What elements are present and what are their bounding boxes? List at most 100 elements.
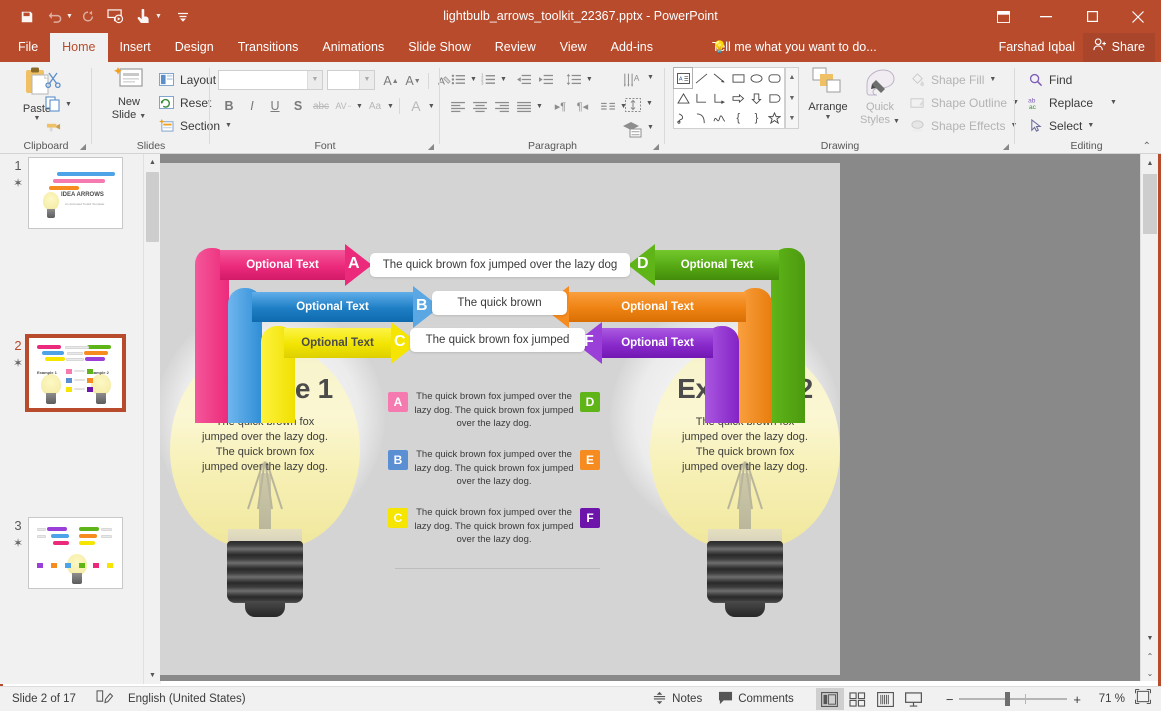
shape-right-arrow-icon[interactable] bbox=[729, 88, 747, 108]
collapse-ribbon-icon[interactable]: ⌃ bbox=[1143, 141, 1151, 152]
next-slide-icon[interactable]: ⌄ bbox=[1141, 665, 1159, 681]
zoom-in-button[interactable]: + bbox=[1067, 692, 1087, 707]
callout-box-2[interactable]: The quick brown bbox=[432, 291, 567, 315]
change-case-button[interactable]: Aa bbox=[364, 95, 386, 117]
comments-button[interactable]: Comments bbox=[710, 687, 802, 711]
thumbnail-scroll-up-icon[interactable]: ▲ bbox=[144, 154, 161, 171]
zoom-level[interactable]: 71 % bbox=[1087, 693, 1125, 705]
arrow-f-bar[interactable]: Optional Text bbox=[602, 328, 713, 358]
slide-scroll-down-icon[interactable]: ▼ bbox=[1141, 629, 1159, 647]
legend-row-a[interactable]: A The quick brown fox jumped over the la… bbox=[388, 390, 606, 431]
arrow-b-bar[interactable]: Optional Text bbox=[252, 292, 413, 322]
minimize-button[interactable] bbox=[1023, 0, 1069, 33]
callout-box-1[interactable]: The quick brown fox jumped over the lazy… bbox=[370, 253, 630, 277]
decrease-indent-button[interactable] bbox=[514, 69, 535, 90]
bold-button[interactable]: B bbox=[218, 95, 240, 117]
thumbnail-slide-1[interactable]: 1 ✶ IDEA ARROWS An Animated Toolkit Temp… bbox=[0, 154, 143, 244]
arrange-button[interactable]: Arrange ▼ bbox=[805, 66, 851, 122]
thumbnail-slide-2[interactable]: 2 ✶ Example 1 Example 2 bbox=[0, 334, 143, 424]
align-right-button[interactable] bbox=[492, 96, 513, 117]
justify-caret[interactable]: ▼ bbox=[536, 103, 543, 110]
replace-caret[interactable]: ▼ bbox=[1110, 99, 1117, 106]
select-button[interactable]: Select ▼ bbox=[1027, 114, 1117, 137]
thumbnail-scrollbar-thumb[interactable] bbox=[146, 172, 159, 242]
bullets-caret[interactable]: ▼ bbox=[470, 76, 477, 83]
callout-box-3[interactable]: The quick brown fox jumped bbox=[410, 328, 585, 352]
underline-button[interactable]: U bbox=[264, 95, 286, 117]
strikethrough-button[interactable]: abc bbox=[310, 95, 332, 117]
justify-button[interactable] bbox=[514, 96, 535, 117]
thumbnail-slide-3[interactable]: 3 ✶ bbox=[0, 514, 143, 604]
tab-transitions[interactable]: Transitions bbox=[226, 33, 311, 62]
tab-home[interactable]: Home bbox=[50, 33, 108, 62]
thumbnail-image-1[interactable]: IDEA ARROWS An Animated Toolkit Template bbox=[28, 157, 123, 229]
cut-button[interactable] bbox=[45, 68, 72, 92]
align-center-button[interactable] bbox=[470, 96, 491, 117]
bullets-button[interactable] bbox=[448, 69, 469, 90]
thumbnail-scrollbar[interactable]: ▲ ▼ bbox=[143, 154, 161, 684]
text-direction-rtl-button[interactable]: ¶◂ bbox=[572, 96, 593, 117]
legend-text-a[interactable]: The quick brown fox jumped over the lazy… bbox=[414, 390, 574, 431]
tab-insert[interactable]: Insert bbox=[108, 33, 163, 62]
shape-freeform-icon[interactable] bbox=[674, 108, 692, 128]
zoom-out-button[interactable]: − bbox=[940, 692, 960, 707]
spell-check-icon[interactable] bbox=[96, 689, 114, 709]
grow-font-button[interactable]: A ▲ bbox=[380, 70, 402, 92]
previous-slide-icon[interactable]: ⌃ bbox=[1141, 648, 1159, 664]
share-button[interactable]: Share bbox=[1082, 33, 1155, 62]
close-button[interactable] bbox=[1115, 0, 1161, 33]
shapes-scroll-down-icon[interactable]: ▼ bbox=[789, 89, 796, 108]
slide-thumbnail-pane[interactable]: 1 ✶ IDEA ARROWS An Animated Toolkit Temp… bbox=[0, 154, 143, 684]
shape-line-icon[interactable] bbox=[692, 68, 710, 88]
account-name[interactable]: Farshad Iqbal bbox=[999, 33, 1075, 62]
change-case-caret[interactable]: ▼ bbox=[387, 103, 394, 110]
thumbnail-scroll-down-icon[interactable]: ▼ bbox=[144, 667, 161, 684]
shape-star-icon[interactable] bbox=[766, 108, 784, 128]
font-dialog-launcher[interactable]: ◢ bbox=[428, 142, 434, 151]
shapes-more-icon[interactable]: ▼ bbox=[789, 109, 796, 128]
text-shadow-button[interactable]: S bbox=[287, 95, 309, 117]
find-button[interactable]: Find bbox=[1027, 68, 1117, 91]
shape-outline-button[interactable]: Shape Outline ▼ bbox=[909, 91, 1019, 114]
text-direction-button[interactable]: A bbox=[620, 68, 646, 92]
maximize-button[interactable] bbox=[1069, 0, 1115, 33]
numbering-button[interactable]: 123 bbox=[478, 69, 499, 90]
font-name-caret[interactable]: ▼ bbox=[307, 71, 322, 89]
shape-wave-icon[interactable] bbox=[711, 108, 729, 128]
select-caret[interactable]: ▼ bbox=[1087, 122, 1094, 129]
left-example-body[interactable]: The quick brown fox jumped over the lazy… bbox=[200, 415, 330, 475]
shape-elbow-connector-icon[interactable] bbox=[692, 88, 710, 108]
shape-down-arrow-icon[interactable] bbox=[747, 88, 765, 108]
tab-animations[interactable]: Animations bbox=[310, 33, 396, 62]
italic-button[interactable]: I bbox=[241, 95, 263, 117]
legend-text-c[interactable]: The quick brown fox jumped over the lazy… bbox=[414, 506, 574, 547]
tab-review[interactable]: Review bbox=[483, 33, 548, 62]
arrow-d-bar[interactable]: Optional Text bbox=[655, 250, 779, 280]
format-painter-button[interactable] bbox=[45, 116, 72, 140]
shape-effects-button[interactable]: Shape Effects ▼ bbox=[909, 114, 1019, 137]
align-left-button[interactable] bbox=[448, 96, 469, 117]
shape-triangle-icon[interactable] bbox=[674, 88, 692, 108]
tab-add-ins[interactable]: Add-ins bbox=[599, 33, 665, 62]
align-text-caret[interactable]: ▼ bbox=[646, 100, 653, 107]
legend-text-b[interactable]: The quick brown fox jumped over the lazy… bbox=[414, 448, 574, 489]
right-example-body[interactable]: The quick brown fox jumped over the lazy… bbox=[680, 415, 810, 475]
tell-me-search[interactable]: 💡 Tell me what you want to do... bbox=[712, 33, 877, 62]
shrink-font-button[interactable]: A ▼ bbox=[402, 70, 424, 92]
ribbon-display-options-icon[interactable] bbox=[983, 0, 1023, 33]
text-direction-caret[interactable]: ▼ bbox=[647, 74, 654, 81]
fit-slide-to-window-icon[interactable] bbox=[1134, 688, 1152, 709]
character-spacing-caret[interactable]: ▼ bbox=[356, 103, 363, 110]
font-color-caret[interactable]: ▼ bbox=[428, 103, 435, 110]
shape-left-brace-icon[interactable]: { bbox=[729, 108, 747, 128]
tab-view[interactable]: View bbox=[548, 33, 599, 62]
copy-dropdown-caret[interactable]: ▼ bbox=[65, 101, 72, 108]
shape-fill-button[interactable]: Shape Fill ▼ bbox=[909, 68, 1019, 91]
quick-styles-button[interactable]: Quick Styles ▼ bbox=[855, 66, 905, 128]
thumbnail-image-2[interactable]: Example 1 Example 2 bbox=[25, 334, 126, 412]
shape-rounded-rect-icon[interactable] bbox=[766, 68, 784, 88]
slide-canvas[interactable]: Example 1 The quick brown fox jumped ove… bbox=[160, 163, 840, 675]
line-spacing-button[interactable] bbox=[564, 69, 585, 90]
shape-right-brace-icon[interactable]: } bbox=[747, 108, 765, 128]
slide-scroll-up-icon[interactable]: ▲ bbox=[1141, 154, 1159, 172]
